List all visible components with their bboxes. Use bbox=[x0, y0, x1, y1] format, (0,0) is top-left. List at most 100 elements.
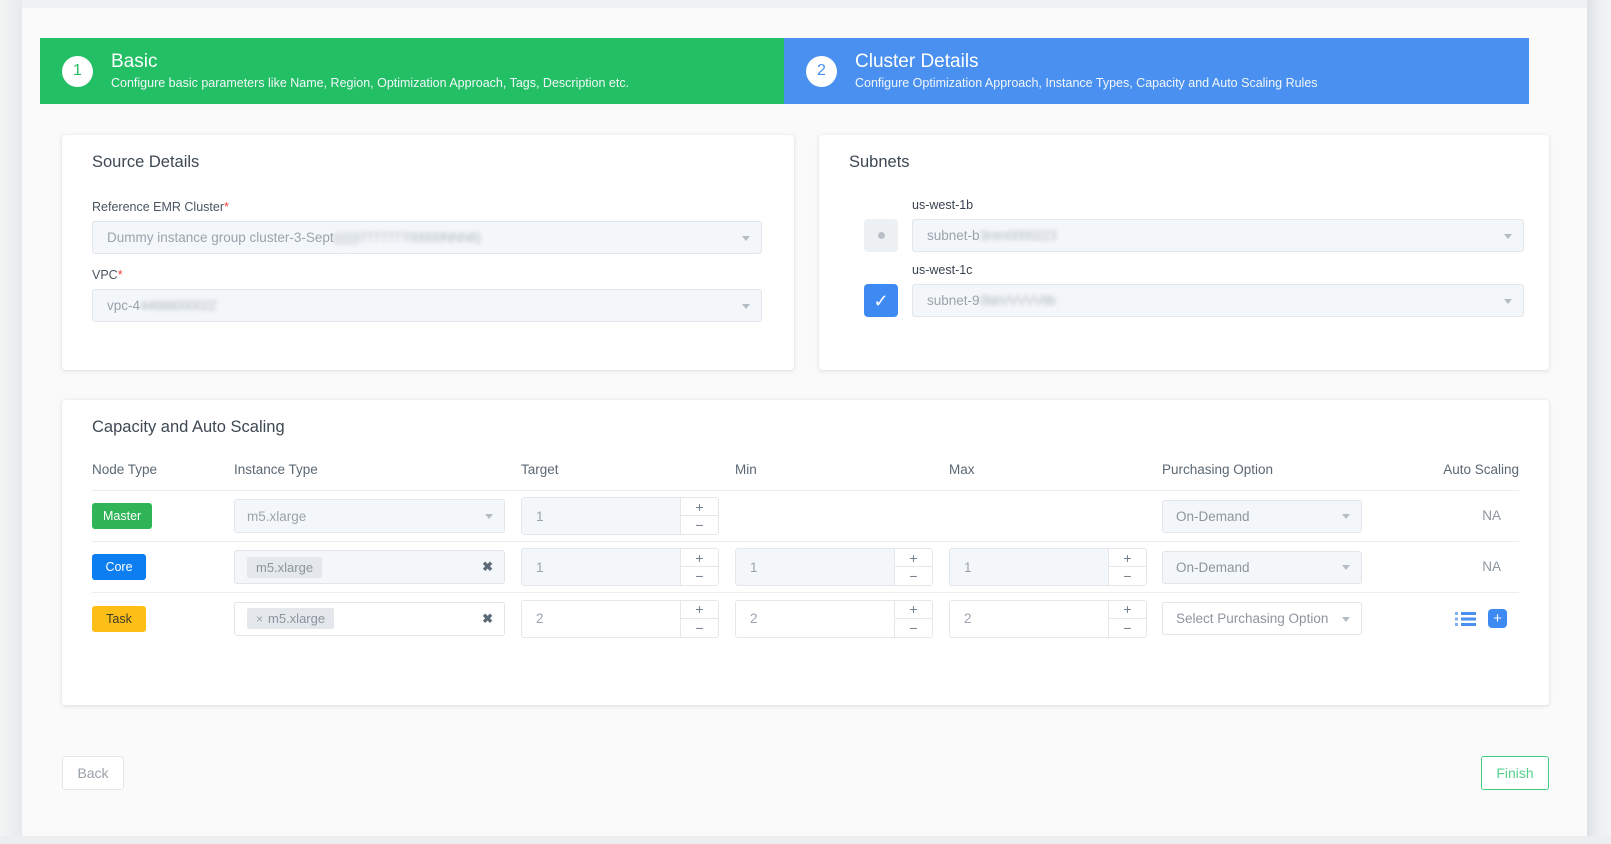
max-cell-core: 1 + − bbox=[949, 548, 1162, 586]
chevron-down-icon bbox=[1342, 616, 1350, 622]
increment-button[interactable]: + bbox=[681, 498, 718, 516]
target-stepper-core[interactable]: 1 + − bbox=[521, 548, 719, 586]
decrement-button[interactable]: − bbox=[681, 619, 718, 637]
wizard-step-basic[interactable]: 1 Basic Configure basic parameters like … bbox=[40, 38, 784, 104]
emr-cluster-select[interactable]: Dummy instance group cluster-3-Sept(((((… bbox=[92, 221, 762, 254]
instance-type-select-master[interactable]: m5.xlarge bbox=[234, 499, 505, 533]
increment-button[interactable]: + bbox=[895, 601, 932, 619]
column-header-max: Max bbox=[949, 462, 975, 477]
vpc-label: VPC* bbox=[92, 268, 762, 282]
max-stepper-task[interactable]: 2 + − bbox=[949, 599, 1147, 638]
max-cell-task: 2 + − bbox=[949, 599, 1162, 638]
status-badge-master: Master bbox=[92, 503, 153, 529]
chip-remove-icon[interactable]: × bbox=[256, 612, 263, 626]
chevron-down-icon bbox=[1342, 514, 1350, 519]
step-1-texts: Basic Configure basic parameters like Na… bbox=[111, 51, 629, 90]
radio-dot-icon bbox=[877, 232, 885, 239]
target-value-core[interactable]: 1 bbox=[522, 549, 680, 585]
increment-button[interactable]: + bbox=[1109, 601, 1146, 619]
max-stepper-core[interactable]: 1 + − bbox=[949, 548, 1147, 586]
wizard-step-cluster-details[interactable]: 2 Cluster Details Configure Optimization… bbox=[784, 38, 1529, 104]
list-icon[interactable] bbox=[1455, 611, 1476, 627]
status-badge-task: Task bbox=[92, 605, 146, 632]
subnet-row: ✓ us-west-1c subnet-9 0bbVVVVVIIb bbox=[864, 263, 1524, 317]
target-value-master[interactable]: 1 bbox=[522, 498, 680, 534]
increment-button[interactable]: + bbox=[895, 549, 932, 567]
subnet-select-us-west-1b[interactable]: subnet-b 3mm0000223 bbox=[912, 219, 1524, 252]
decrement-button[interactable]: − bbox=[681, 516, 718, 534]
target-stepper-buttons-task: + − bbox=[680, 600, 718, 637]
add-icon[interactable]: + bbox=[1488, 609, 1507, 628]
decrement-button[interactable]: − bbox=[1109, 567, 1146, 585]
subnet-toggle-us-west-1b[interactable] bbox=[864, 219, 898, 252]
close-icon[interactable]: ✖ bbox=[482, 559, 493, 575]
increment-button[interactable]: + bbox=[681, 601, 718, 619]
decrement-button[interactable]: − bbox=[1109, 619, 1146, 637]
min-value-task[interactable]: 2 bbox=[736, 601, 894, 637]
chevron-down-icon bbox=[1504, 233, 1512, 239]
column-header-node-type: Node Type bbox=[92, 462, 158, 477]
finish-button[interactable]: Finish bbox=[1481, 756, 1549, 790]
subnet-select-us-west-1c[interactable]: subnet-9 0bbVVVVVIIb bbox=[912, 284, 1524, 317]
decrement-button[interactable]: − bbox=[895, 567, 932, 585]
instance-type-select-core[interactable]: m5.xlarge ✖ bbox=[234, 550, 505, 584]
subnet-toggle-us-west-1c[interactable]: ✓ bbox=[864, 284, 898, 317]
purchasing-option-select-core[interactable]: On-Demand bbox=[1162, 550, 1362, 584]
subnets-title: Subnets bbox=[849, 153, 910, 171]
purchasing-option-select-task[interactable]: Select Purchasing Option bbox=[1162, 602, 1362, 635]
page-left-gutter bbox=[0, 0, 22, 844]
vpc-value: vpc-4 bbox=[107, 298, 141, 313]
subnet-value-redacted: 3mm0000223 bbox=[979, 228, 1057, 243]
purchasing-option-cell-task: Select Purchasing Option bbox=[1162, 602, 1402, 635]
decrement-button[interactable]: − bbox=[681, 567, 718, 585]
instance-type-cell-task: × m5.xlarge ✖ bbox=[234, 601, 521, 636]
vpc-value-redacted: 4466600002Z bbox=[140, 298, 217, 313]
purchasing-option-placeholder-task: Select Purchasing Option bbox=[1176, 611, 1329, 626]
instance-type-chip-label-core: m5.xlarge bbox=[256, 559, 314, 575]
max-value-core[interactable]: 1 bbox=[950, 549, 1108, 585]
chevron-down-icon bbox=[1342, 565, 1350, 570]
instance-type-chip-core: m5.xlarge bbox=[247, 556, 323, 578]
step-2-number: 2 bbox=[817, 62, 826, 79]
min-stepper-core[interactable]: 1 + − bbox=[735, 548, 933, 586]
subnet-field-us-west-1c: us-west-1c subnet-9 0bbVVVVVIIb bbox=[912, 263, 1524, 317]
subnets-body: us-west-1b subnet-b 3mm0000223 ✓ us-west-… bbox=[819, 172, 1549, 317]
min-stepper-buttons-core: + − bbox=[894, 549, 932, 585]
step-1-title: Basic bbox=[111, 51, 158, 73]
step-1-number: 1 bbox=[73, 62, 82, 79]
source-details-card: Source Details Reference EMR Cluster* Du… bbox=[62, 135, 794, 370]
page-top-gutter bbox=[0, 0, 1611, 8]
capacity-table: Node Type Instance Type Target Min Max P… bbox=[92, 462, 1519, 644]
column-header-instance-type: Instance Type bbox=[234, 462, 318, 477]
chevron-down-icon bbox=[742, 303, 750, 309]
min-value-core[interactable]: 1 bbox=[736, 549, 894, 585]
target-stepper-master[interactable]: 1 + − bbox=[521, 497, 719, 535]
purchasing-option-select-master[interactable]: On-Demand bbox=[1162, 499, 1362, 533]
emr-cluster-label: Reference EMR Cluster* bbox=[92, 200, 762, 214]
target-cell-core: 1 + − bbox=[521, 548, 735, 586]
increment-button[interactable]: + bbox=[1109, 549, 1146, 567]
subnet-az-label: us-west-1c bbox=[912, 263, 973, 277]
instance-type-cell-core: m5.xlarge ✖ bbox=[234, 550, 521, 584]
status-badge-core: Core bbox=[92, 554, 146, 580]
decrement-button[interactable]: − bbox=[895, 619, 932, 637]
table-row: Master m5.xlarge 1 + − On-Demand NA bbox=[92, 491, 1519, 542]
close-icon[interactable]: ✖ bbox=[482, 611, 493, 627]
auto-scaling-actions-task: + bbox=[1402, 609, 1519, 628]
emr-cluster-value: Dummy instance group cluster-3-Sept bbox=[107, 230, 334, 245]
target-value-task[interactable]: 2 bbox=[522, 601, 680, 637]
min-stepper-task[interactable]: 2 + − bbox=[735, 599, 933, 638]
increment-button[interactable]: + bbox=[681, 549, 718, 567]
column-header-auto-scaling: Auto Scaling bbox=[1443, 462, 1519, 477]
target-stepper-task[interactable]: 2 + − bbox=[521, 599, 719, 638]
instance-type-select-task[interactable]: × m5.xlarge ✖ bbox=[234, 601, 505, 636]
vpc-select[interactable]: vpc-4 4466600002Z bbox=[92, 289, 762, 322]
subnet-az-label: us-west-1b bbox=[912, 198, 974, 212]
page-bottom-gutter bbox=[0, 836, 1611, 844]
wizard-page: 1 Basic Configure basic parameters like … bbox=[22, 8, 1587, 836]
capacity-title: Capacity and Auto Scaling bbox=[92, 418, 285, 436]
max-value-task[interactable]: 2 bbox=[950, 601, 1108, 637]
back-button[interactable]: Back bbox=[62, 756, 124, 790]
emr-cluster-required-mark: * bbox=[224, 200, 229, 214]
table-row: Task × m5.xlarge ✖ 2 + − 2 + − 2 + − Sel… bbox=[92, 593, 1519, 644]
